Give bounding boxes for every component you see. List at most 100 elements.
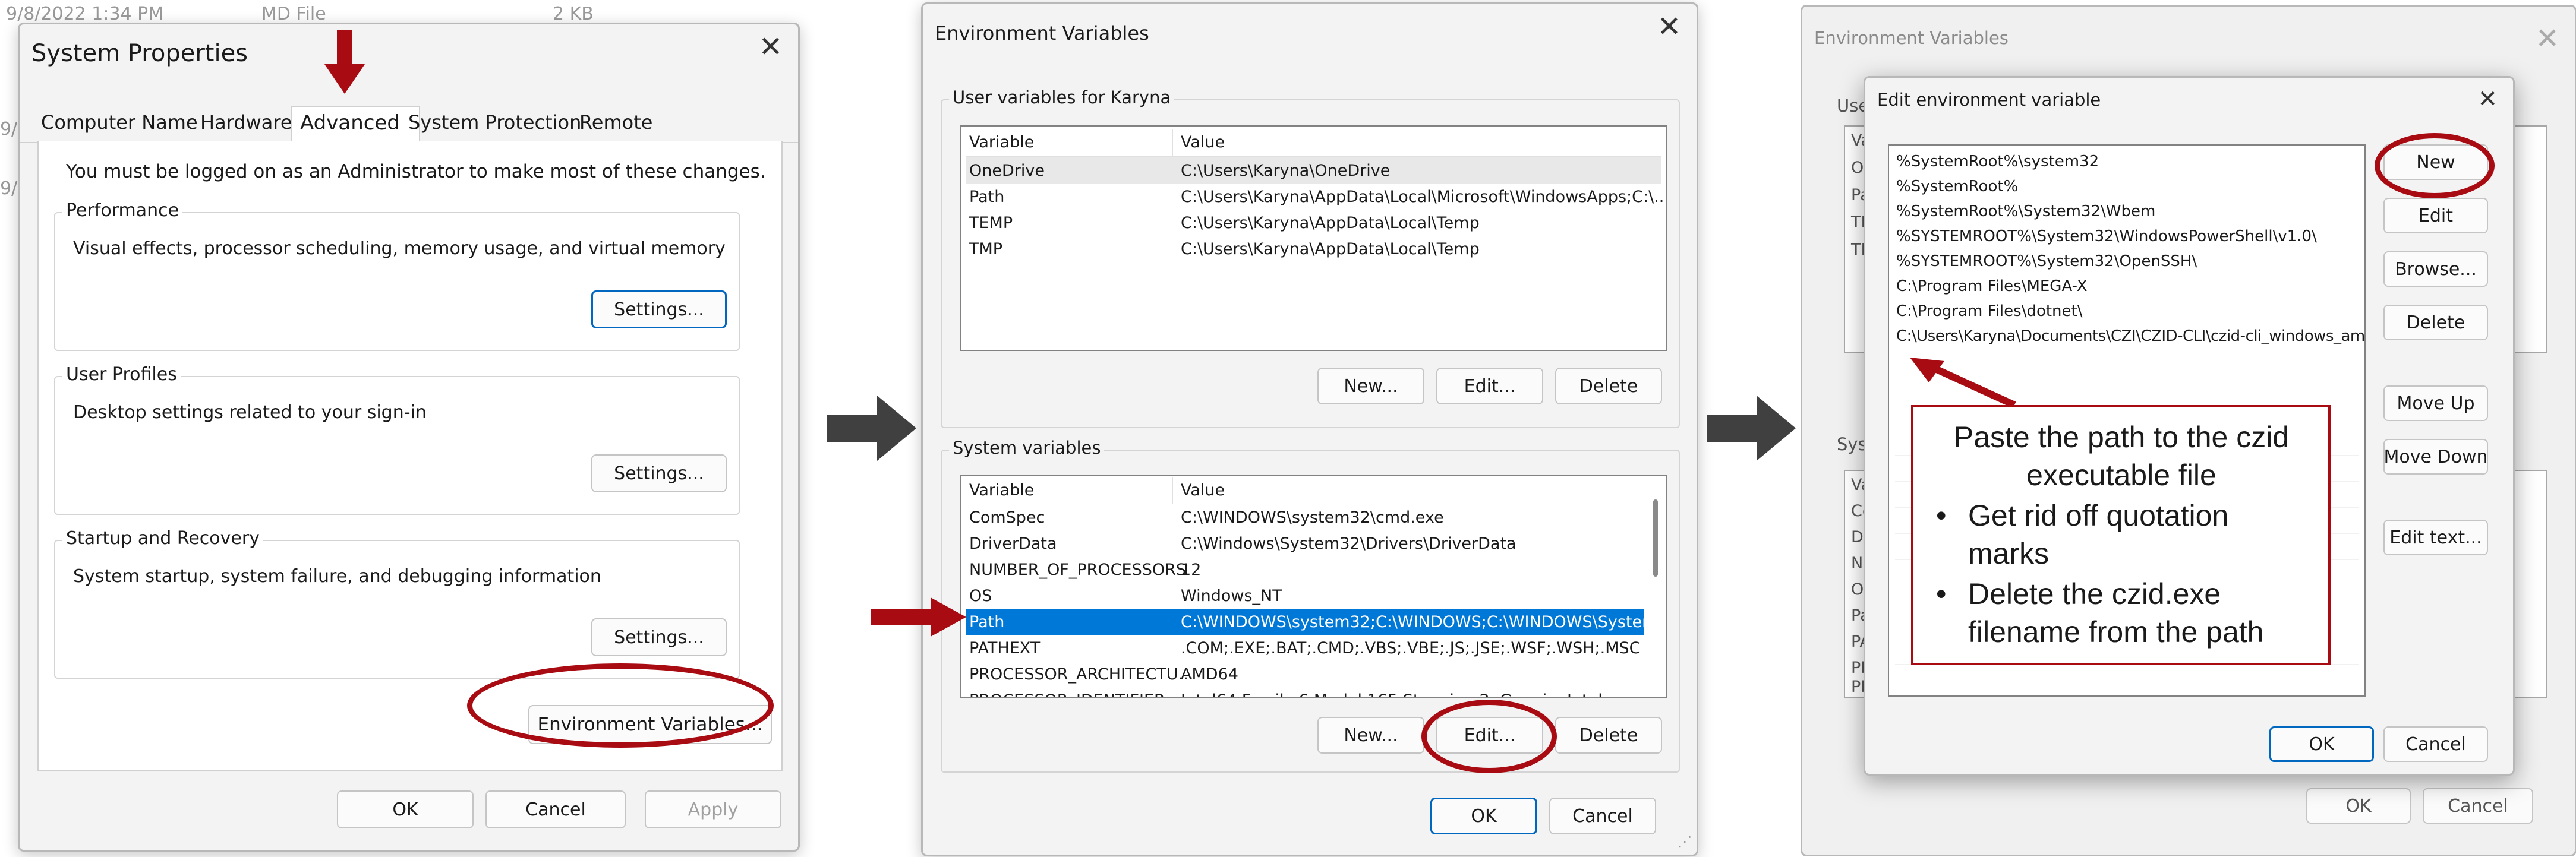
column-variable: Variable (969, 481, 1035, 499)
scrollbar-thumb[interactable] (1653, 499, 1658, 577)
background-edge-2: 9/ (0, 178, 18, 199)
user-profiles-settings-button[interactable]: Settings... (591, 454, 727, 492)
table-row[interactable]: TMP C:\Users\Karyna\AppData\Local\Temp (966, 236, 1661, 262)
table-row[interactable]: ComSpec C:\WINDOWS\system32\cmd.exe (966, 504, 1644, 530)
startup-recovery-group: Startup and Recovery System startup, sys… (54, 528, 740, 679)
startup-settings-button[interactable]: Settings... (591, 618, 727, 656)
column-value: Value (1181, 481, 1225, 499)
table-row[interactable]: DriverData C:\Windows\System32\Drivers\Dr… (966, 530, 1644, 556)
cancel-button[interactable]: Cancel (2383, 726, 2488, 762)
bullet-icon: • (1936, 577, 1947, 611)
background-window-title: Environment Variables (1814, 28, 2009, 48)
delete-button[interactable]: Delete (2383, 305, 2488, 340)
bullet-icon: • (1936, 499, 1947, 532)
table-row-selected[interactable]: Path C:\WINDOWS\system32;C:\WINDOWS;C:\WI… (966, 609, 1666, 635)
background-date: 9/8/2022 1:34 PM (6, 4, 164, 24)
highlight-ellipse-env (467, 663, 774, 748)
cancel-button[interactable]: Cancel (485, 790, 626, 828)
system-delete-button[interactable]: Delete (1555, 717, 1662, 754)
browse-button[interactable]: Browse... (2383, 251, 2488, 287)
table-row[interactable]: NUMBER_OF_PROCESSORS 12 (966, 556, 1644, 583)
user-profiles-label: User Profiles (62, 364, 181, 385)
move-down-button[interactable]: Move Down (2383, 439, 2488, 475)
column-variable: Variable (969, 133, 1035, 151)
column-value: Value (1181, 133, 1225, 151)
tab-advanced-label: Advanced (300, 111, 400, 135)
pointer-arrow-right (871, 597, 966, 637)
environment-variables-window: Environment Variables ✕ User variables f… (921, 2, 1698, 856)
performance-label: Performance (62, 200, 183, 221)
apply-button[interactable]: Apply (645, 790, 781, 828)
table-row[interactable]: OS Windows_NT (966, 583, 1644, 609)
background-size: 2 KB (553, 4, 594, 24)
ok-button[interactable]: OK (2269, 726, 2374, 762)
system-new-button[interactable]: New... (1317, 717, 1424, 754)
pointer-arrow-down (324, 30, 365, 94)
user-variables-group: User variables for Karyna Variable Value… (941, 87, 1680, 428)
system-variables-list[interactable]: Variable Value ComSpec C:\WINDOWS\system3… (960, 475, 1667, 698)
column-divider (1172, 129, 1173, 156)
user-variables-label: User variables for Karyna (949, 87, 1175, 107)
user-delete-button[interactable]: Delete (1555, 368, 1662, 404)
list-item[interactable]: %SYSTEMROOT%\System32\WindowsPowerShell\… (1896, 227, 2317, 245)
titlebar: Edit environment variable ✕ (1865, 78, 2513, 125)
background-close-icon: ✕ (2535, 22, 2559, 55)
edit-button[interactable]: Edit (2383, 198, 2488, 233)
list-item[interactable]: %SYSTEMROOT%\System32\OpenSSH\ (1896, 252, 2197, 270)
ok-button[interactable]: OK (337, 790, 474, 828)
tab-remote[interactable]: Remote (579, 111, 652, 134)
user-profiles-group: User Profiles Desktop settings related t… (54, 364, 740, 515)
background-edge-1: 9/ (0, 119, 18, 140)
list-item[interactable]: %SystemRoot%\System32\Wbem (1896, 203, 2155, 220)
titlebar: Environment Variables ✕ (923, 4, 1697, 59)
user-variables-list[interactable]: Variable Value OneDrive C:\Users\Karyna\O… (960, 125, 1667, 351)
move-up-button[interactable]: Move Up (2383, 385, 2488, 421)
window-title: System Properties (31, 40, 248, 67)
table-row[interactable]: PROCESSOR_IDENTIFIERIntel64 Family 6 Mod… (966, 687, 1644, 697)
tab-system-protection[interactable]: System Protection (408, 111, 581, 134)
flow-arrow-1 (827, 396, 916, 461)
tab-hardware[interactable]: Hardware (200, 111, 292, 134)
user-edit-button[interactable]: Edit... (1436, 368, 1543, 404)
list-header: Variable Value (966, 477, 1644, 503)
list-item[interactable]: C:\Program Files\MEGA-X (1896, 277, 2088, 295)
user-profiles-desc: Desktop settings related to your sign-in (73, 402, 427, 423)
list-item[interactable]: C:\Users\Karyna\Documents\CZI\CZID-CLI\c… (1896, 327, 2364, 345)
bullet-text: Delete the czid.exe filename from the pa… (1968, 577, 2264, 649)
pointer-arrow-entry (1910, 358, 2016, 409)
background-explorer-row: 9/8/2022 1:34 PM MD File 2 KB (0, 0, 820, 24)
list-item[interactable]: C:\Program Files\dotnet\ (1896, 302, 2083, 320)
list-item[interactable]: %SystemRoot%\system32 (1896, 153, 2099, 170)
ok-button[interactable]: OK (1430, 798, 1537, 834)
highlight-ellipse-new (2375, 133, 2495, 198)
background-ok-button: OK (2306, 788, 2411, 824)
system-variables-group: System variables Variable Value ComSpec C… (941, 438, 1680, 773)
tab-strip: Computer Name Hardware Advanced System P… (20, 88, 798, 144)
bullet-text: Get rid off quotation marks (1968, 499, 2229, 570)
cancel-button[interactable]: Cancel (1549, 798, 1656, 834)
performance-settings-button[interactable]: Settings... (591, 290, 727, 328)
list-header: Variable Value (966, 129, 1661, 155)
titlebar: System Properties ✕ (20, 24, 798, 79)
user-new-button[interactable]: New... (1317, 368, 1424, 404)
close-icon[interactable]: ✕ (1657, 12, 1681, 41)
table-row[interactable]: PATHEXT .COM;.EXE;.BAT;.CMD;.VBS;.VBE;.JS… (966, 635, 1644, 661)
resize-grip-icon[interactable]: ⋰ (1678, 833, 1692, 850)
table-row[interactable]: OneDrive C:\Users\Karyna\OneDrive (966, 157, 1661, 184)
highlight-ellipse-edit (1421, 700, 1557, 773)
table-row[interactable]: PROCESSOR_ARCHITECTU... AMD64 (966, 661, 1644, 687)
tab-advanced[interactable]: Advanced (291, 106, 420, 144)
list-item[interactable]: %SystemRoot% (1896, 178, 2018, 195)
performance-desc: Visual effects, processor scheduling, me… (73, 238, 726, 259)
tab-computer-name[interactable]: Computer Name (41, 111, 198, 134)
flow-arrow-2 (1707, 396, 1796, 461)
window-title: Edit environment variable (1877, 90, 2101, 110)
scrollbar-track[interactable] (1649, 479, 1662, 693)
window-title: Environment Variables (935, 22, 1149, 45)
close-icon[interactable]: ✕ (759, 33, 783, 61)
table-row[interactable]: TEMP C:\Users\Karyna\AppData\Local\Temp (966, 210, 1661, 236)
edit-text-button[interactable]: Edit text... (2383, 520, 2488, 555)
close-icon[interactable]: ✕ (2477, 87, 2498, 111)
header-divider (966, 156, 1661, 157)
table-row[interactable]: Path C:\Users\Karyna\AppData\Local\Micros… (966, 184, 1666, 210)
